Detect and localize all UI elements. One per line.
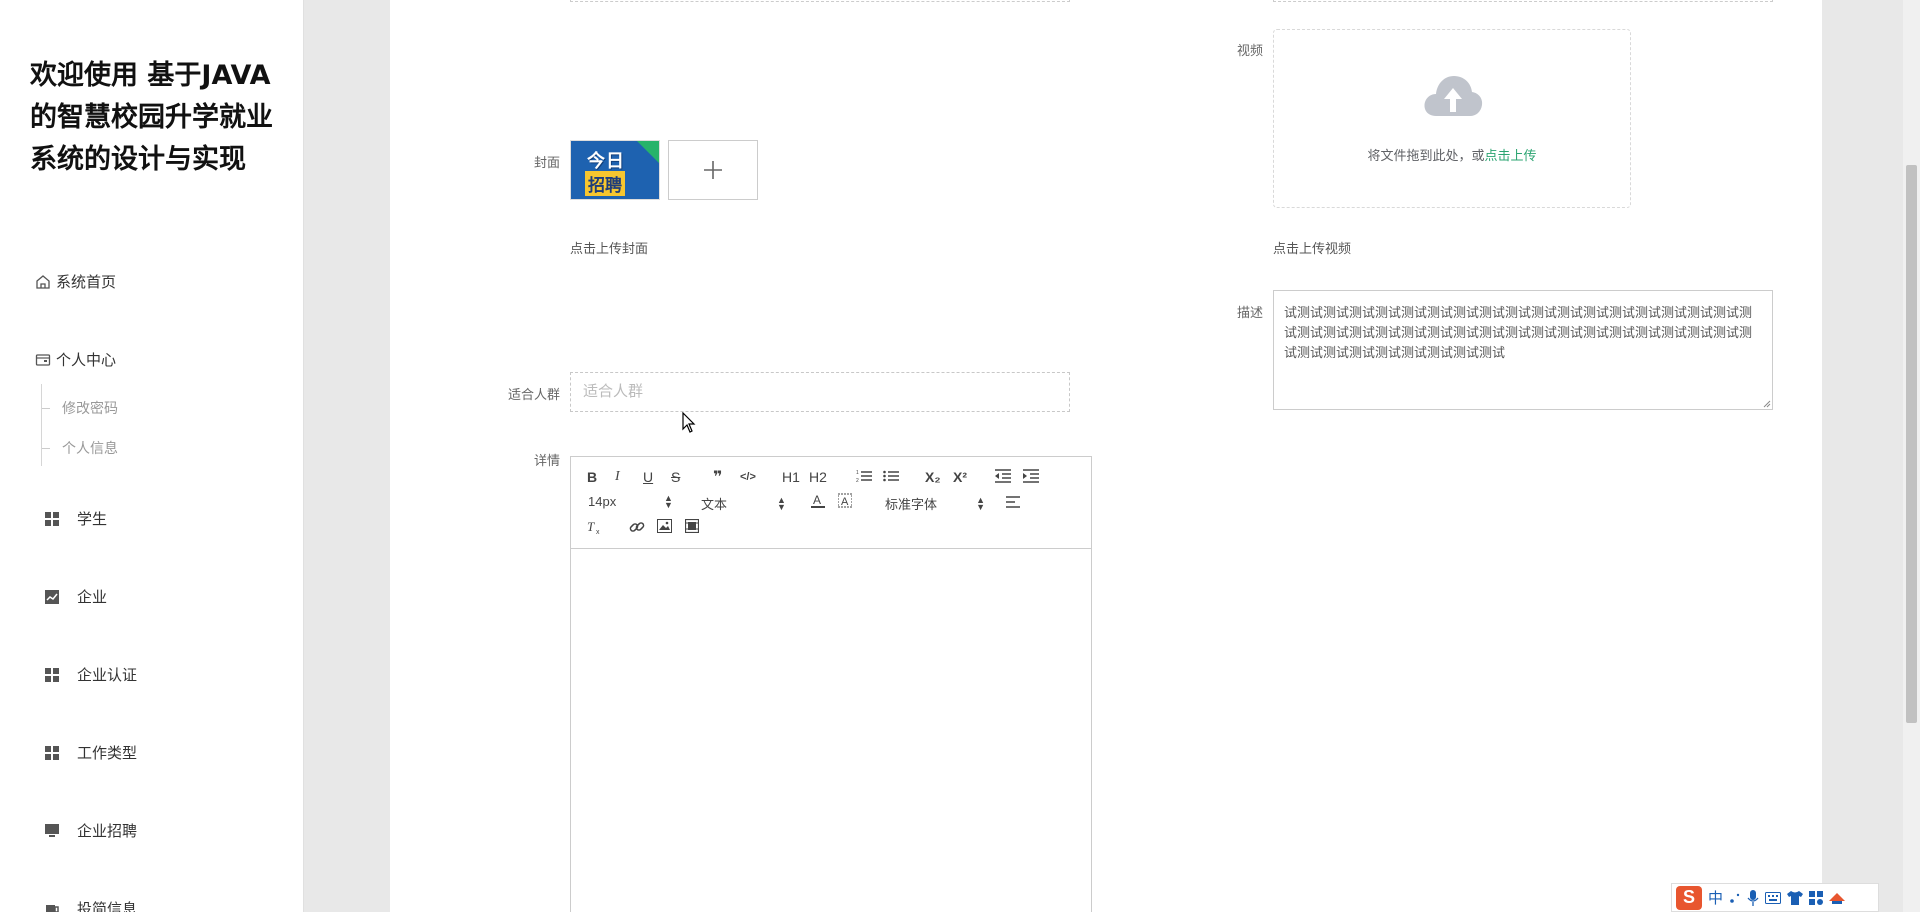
video-icon[interactable]	[685, 519, 699, 533]
sidebar-subitem-label: 修改密码	[62, 400, 118, 416]
svg-text:x: x	[596, 529, 600, 535]
cover-label: 封面	[533, 155, 560, 170]
font-size-select[interactable]: 14px ▲ ▼	[588, 492, 673, 510]
font-family-select[interactable]: 标准字体 ▲ ▼	[885, 494, 985, 513]
sidebar-item-label: 个人中心	[56, 352, 117, 369]
description-textarea[interactable]: 试测试测试测试测试测试测试测试测试测试测试测试测试测试测试测试测试测试测试测试测…	[1273, 290, 1773, 410]
sidebar-subitem-label: 个人信息	[62, 440, 118, 456]
sidebar-item-enterprise[interactable]: 企业	[34, 586, 107, 607]
upload-instruction: 将文件拖到此处，或点击上传	[1367, 148, 1537, 163]
page-scrollbar[interactable]	[1903, 0, 1920, 912]
cover-image-text: 今日	[587, 151, 625, 172]
select-arrows-icon: ▲ ▼	[976, 494, 985, 512]
indent-icon[interactable]	[1023, 469, 1039, 483]
prev-input-right[interactable]	[1273, 0, 1773, 2]
cover-upload-button[interactable]	[668, 140, 758, 200]
select-arrows-icon: ▲ ▼	[777, 494, 786, 512]
description-label: 描述	[1236, 305, 1263, 320]
sidebar-item-label: 企业招聘	[77, 823, 138, 840]
grid-icon	[43, 744, 61, 762]
sidebar-item-personal-center[interactable]: 个人中心	[34, 349, 116, 370]
video-label: 视频	[1236, 43, 1263, 58]
audience-input[interactable]: 适合人群	[570, 372, 1070, 412]
sogou-logo-icon[interactable]: S	[1676, 885, 1702, 910]
cover-thumbnail[interactable]: 今日 招聘	[570, 140, 660, 200]
underline-button[interactable]: U	[643, 469, 653, 485]
detail-label: 详情	[533, 453, 560, 468]
clean-format-icon[interactable]: Tx	[587, 519, 603, 535]
text-color-icon[interactable]: A	[811, 493, 825, 509]
sidebar-item-recruitment[interactable]: 企业招聘	[34, 820, 137, 841]
svg-text:2: 2	[856, 478, 859, 483]
chart-icon	[43, 588, 61, 606]
bullet-list-icon[interactable]	[883, 469, 899, 483]
grid-icon	[43, 666, 61, 684]
subscript-button[interactable]: X₂	[925, 469, 941, 485]
svg-text:T: T	[587, 519, 595, 534]
bold-button[interactable]: B	[587, 469, 597, 485]
header1-button[interactable]: H1	[782, 469, 800, 485]
ime-toolbar: S 中	[1671, 883, 1879, 912]
sidebar-item-students[interactable]: 学生	[34, 508, 107, 529]
cloud-upload-icon	[1424, 76, 1483, 116]
resize-grip-icon[interactable]	[1763, 400, 1771, 408]
superscript-button[interactable]: X²	[953, 469, 967, 485]
sidebar-item-resume-info[interactable]: 投简信息	[34, 898, 137, 912]
sidebar-item-label: 工作类型	[77, 745, 138, 762]
sidebar-item-label: 系统首页	[56, 274, 117, 291]
monitor-icon	[43, 822, 61, 840]
cup-icon	[43, 900, 61, 912]
plus-icon	[704, 161, 722, 179]
code-block-button[interactable]: </>	[740, 471, 756, 483]
strike-button[interactable]: S	[671, 469, 680, 485]
editor-toolbar: B I U S ❞ </> H1 H2 12 X₂ X² 14px ▲ ▼ 文本 ▲ ▼…	[571, 457, 1091, 549]
align-icon[interactable]	[1006, 495, 1020, 509]
sidebar-subitem-personal-info[interactable]: 个人信息	[42, 438, 118, 458]
sidebar-item-label: 企业	[77, 589, 108, 606]
mouse-cursor-icon	[682, 412, 696, 433]
sidebar: 欢迎使用 基于JAVA的智慧校园升学就业系统的设计与实现 系统首页 个人中心 修…	[0, 0, 304, 912]
toolbox-icon[interactable]	[1809, 890, 1824, 905]
punctuation-icon[interactable]	[1729, 891, 1741, 905]
video-upload-dropzone[interactable]: 将文件拖到此处，或点击上传	[1273, 29, 1631, 208]
sidebar-item-home[interactable]: 系统首页	[34, 271, 116, 292]
sidebar-item-label: 学生	[77, 511, 108, 528]
system-title: 欢迎使用 基于JAVA的智慧校园升学就业系统的设计与实现	[30, 60, 273, 175]
link-icon[interactable]	[629, 519, 645, 535]
audience-label: 适合人群	[507, 387, 560, 402]
sidebar-item-enterprise-cert[interactable]: 企业认证	[34, 664, 137, 685]
sidebar-item-label: 投简信息	[77, 901, 138, 912]
keyboard-icon[interactable]	[1765, 891, 1782, 904]
microphone-icon[interactable]	[1747, 889, 1759, 906]
editor-content-area[interactable]	[571, 549, 1091, 912]
sidebar-item-job-type[interactable]: 工作类型	[34, 742, 137, 763]
grid-icon	[43, 510, 61, 528]
outdent-icon[interactable]	[995, 469, 1011, 483]
ordered-list-icon[interactable]: 12	[856, 469, 872, 483]
cover-image-text: 招聘	[585, 171, 625, 196]
header-select[interactable]: 文本 ▲ ▼	[701, 494, 786, 513]
scrollbar-thumb[interactable]	[1906, 165, 1917, 723]
home-icon	[34, 273, 52, 291]
header2-button[interactable]: H2	[809, 469, 827, 485]
rich-text-editor: B I U S ❞ </> H1 H2 12 X₂ X² 14px ▲ ▼ 文本 ▲ ▼…	[570, 456, 1092, 912]
wallet-icon	[34, 351, 52, 369]
prev-input-left[interactable]	[570, 0, 1070, 2]
sidebar-subitem-change-password[interactable]: 修改密码	[42, 398, 118, 418]
italic-button[interactable]: I	[615, 469, 620, 485]
video-hint: 点击上传视频	[1273, 241, 1352, 256]
background-color-icon[interactable]: A	[838, 493, 852, 509]
svg-text:A: A	[813, 493, 821, 507]
sidebar-item-label: 企业认证	[77, 667, 138, 684]
skin-icon[interactable]	[1787, 890, 1804, 905]
ime-lang-toggle[interactable]: 中	[1708, 887, 1723, 908]
click-upload-link[interactable]: 点击上传	[1485, 148, 1537, 163]
more-icon[interactable]	[1829, 891, 1846, 905]
image-icon[interactable]	[657, 519, 672, 533]
cover-hint: 点击上传封面	[570, 241, 649, 256]
svg-text:A: A	[841, 496, 849, 508]
blockquote-button[interactable]: ❞	[713, 467, 722, 487]
select-arrows-icon: ▲ ▼	[664, 492, 673, 510]
svg-text:1: 1	[856, 470, 859, 476]
